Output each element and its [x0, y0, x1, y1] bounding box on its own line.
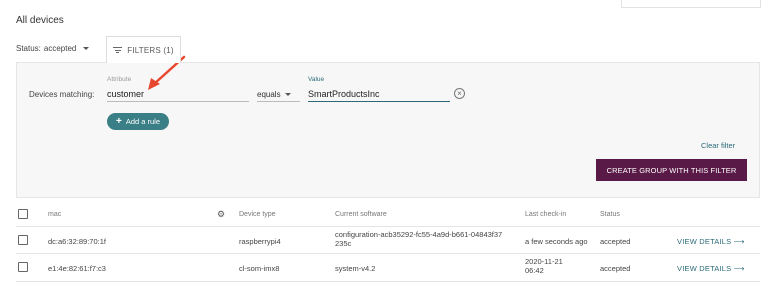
value-input[interactable]: SmartProductsInc — [308, 87, 450, 102]
devices-matching-label: Devices matching: — [29, 90, 95, 99]
row-software-line: 235c — [335, 239, 352, 248]
row-software: configuration-acb35292-fc55-4a9d-b661-04… — [335, 230, 515, 248]
view-details-link[interactable]: VIEW DETAILS ⟶ — [677, 237, 745, 246]
chevron-down-icon — [284, 93, 291, 96]
add-rule-button[interactable]: + Add a rule — [107, 113, 169, 130]
header-device-type[interactable]: Device type — [239, 211, 276, 218]
row-software-line: configuration-acb35292-fc55-4a9d-b661-04… — [335, 230, 503, 239]
header-mac[interactable]: mac — [48, 211, 61, 218]
row-last-checkin: a few seconds ago — [525, 237, 588, 246]
value-label: Value — [308, 76, 325, 83]
status-filter-label: Status: — [16, 44, 41, 53]
row-mac: dc:a6:32:89:70:1f — [48, 237, 106, 246]
gear-icon[interactable]: ⚙ — [217, 209, 225, 220]
row-status: accepted — [600, 264, 631, 273]
filter-icon — [113, 47, 123, 53]
operator-dropdown[interactable]: equals — [257, 87, 300, 102]
top-right-panel — [621, 0, 761, 8]
filters-tab[interactable]: FILTERS (1) — [106, 36, 181, 63]
header-last-checkin[interactable]: Last check-in — [525, 211, 566, 218]
clear-value-icon[interactable]: × — [454, 88, 465, 99]
select-all-checkbox[interactable] — [18, 209, 28, 219]
row-divider — [16, 281, 760, 282]
row-last-checkin-date: 2020-11-21 — [525, 257, 563, 266]
row-checkbox[interactable] — [18, 235, 28, 245]
header-status[interactable]: Status — [600, 211, 620, 218]
clear-filter-link[interactable]: Clear filter — [701, 141, 735, 150]
row-last-checkin-time: 06:42 — [525, 266, 544, 275]
page-title: All devices — [16, 15, 64, 26]
add-rule-label: Add a rule — [125, 117, 161, 126]
header-current-software[interactable]: Current software — [335, 211, 387, 218]
row-last-checkin: 2020-11-21 06:42 — [525, 257, 563, 275]
row-checkbox[interactable] — [18, 262, 28, 272]
chevron-down-icon — [83, 47, 90, 50]
filters-tab-label: FILTERS (1) — [127, 45, 174, 55]
operator-value: equals — [257, 90, 281, 99]
plus-icon: + — [115, 115, 122, 127]
row-device-type: raspberrypi4 — [239, 237, 281, 246]
header-divider — [16, 226, 760, 227]
attribute-label: Attribute — [107, 76, 132, 83]
row-software: system-v4.2 — [335, 264, 376, 273]
row-device-type: cl-som-imx8 — [239, 264, 280, 273]
status-filter-dropdown[interactable]: Status: accepted — [16, 44, 90, 53]
row-mac: e1:4e:82:61:f7:c3 — [48, 264, 106, 273]
create-group-button[interactable]: CREATE GROUP WITH THIS FILTER — [596, 159, 747, 181]
row-divider — [16, 253, 760, 254]
view-details-link[interactable]: VIEW DETAILS ⟶ — [677, 264, 745, 273]
status-filter-value: accepted — [43, 44, 77, 53]
row-status: accepted — [600, 237, 631, 246]
